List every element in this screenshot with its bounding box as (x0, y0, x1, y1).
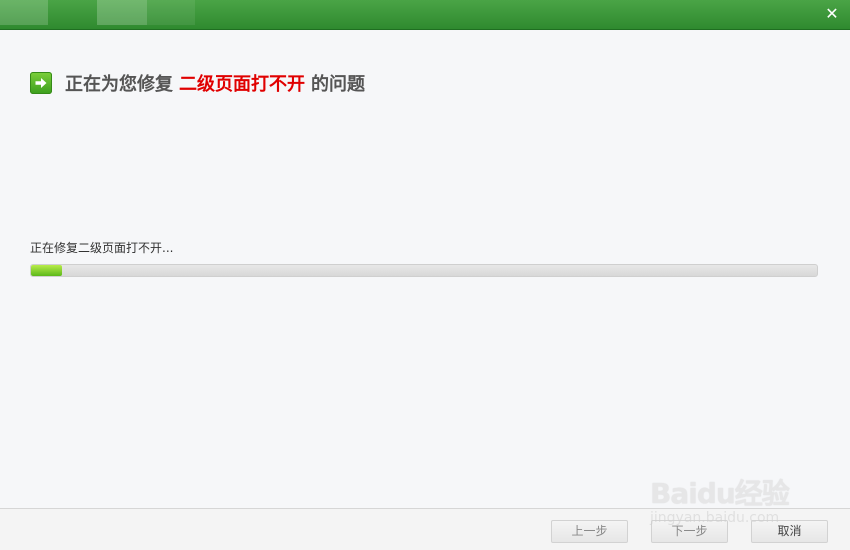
next-button[interactable]: 下一步 (651, 520, 728, 543)
title-bar-decoration (0, 0, 48, 25)
title-suffix: 的问题 (311, 74, 365, 95)
cancel-button[interactable]: 取消 (751, 520, 828, 543)
previous-button[interactable]: 上一步 (551, 520, 628, 543)
progress-bar (30, 264, 818, 277)
arrow-right-icon (30, 72, 52, 94)
progress-status-text: 正在修复二级页面打不开... (30, 241, 174, 255)
title-bar: ✕ (0, 0, 850, 30)
progress-fill (31, 265, 63, 276)
page-heading: 正在为您修复 二级页面打不开 的问题 (30, 70, 365, 96)
main-content: 正在为您修复 二级页面打不开 的问题 正在修复二级页面打不开... (0, 30, 850, 508)
title-highlight: 二级页面打不开 (179, 74, 305, 95)
close-button[interactable]: ✕ (822, 4, 842, 24)
title-bar-decoration (97, 0, 147, 25)
title-bar-decoration (147, 0, 195, 25)
title-prefix: 正在为您修复 (65, 74, 173, 95)
page-title: 正在为您修复 二级页面打不开 的问题 (65, 70, 365, 96)
button-bar: 上一步 下一步 取消 (0, 508, 850, 550)
